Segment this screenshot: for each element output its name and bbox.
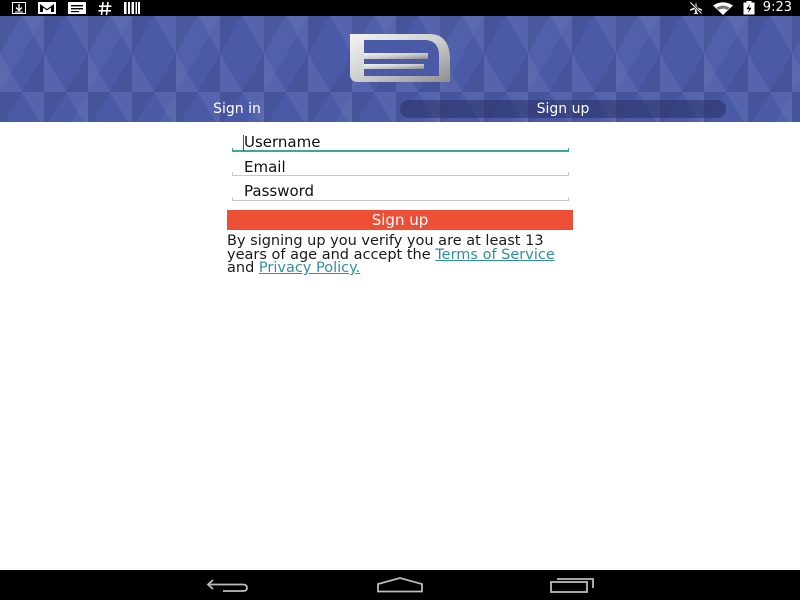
battery-charging-icon xyxy=(743,0,755,16)
airplane-mode-icon xyxy=(688,0,703,16)
recents-icon[interactable] xyxy=(544,575,600,595)
terms-text: By signing up you verify you are at leas… xyxy=(227,234,573,276)
download-icon xyxy=(12,0,26,16)
header: Sign in Sign up xyxy=(0,16,800,122)
privacy-policy-link[interactable]: Privacy Policy. xyxy=(259,260,360,276)
gmail-icon xyxy=(38,0,56,16)
username-underline xyxy=(232,148,569,152)
status-bar: 9:23 xyxy=(0,0,800,16)
sign-up-button[interactable]: Sign up xyxy=(227,210,573,230)
app-logo-icon xyxy=(350,34,450,82)
tab-sign-up[interactable]: Sign up xyxy=(400,100,726,118)
notification-icons xyxy=(12,0,152,16)
system-icons: 9:23 xyxy=(679,0,792,16)
back-icon[interactable] xyxy=(200,575,256,595)
message-icon xyxy=(68,0,86,16)
tab-sign-in[interactable]: Sign in xyxy=(150,100,324,118)
email-underline xyxy=(232,172,569,176)
terms-of-service-link[interactable]: Terms of Service xyxy=(435,247,554,263)
barcode-icon xyxy=(124,0,140,16)
hashtag-icon xyxy=(98,0,112,16)
clock: 9:23 xyxy=(762,0,792,15)
text-cursor xyxy=(243,135,244,151)
terms-text-middle: and xyxy=(227,260,259,276)
wifi-icon xyxy=(712,0,733,16)
navigation-bar xyxy=(0,570,800,600)
password-underline xyxy=(232,197,569,201)
home-icon[interactable] xyxy=(372,575,428,595)
